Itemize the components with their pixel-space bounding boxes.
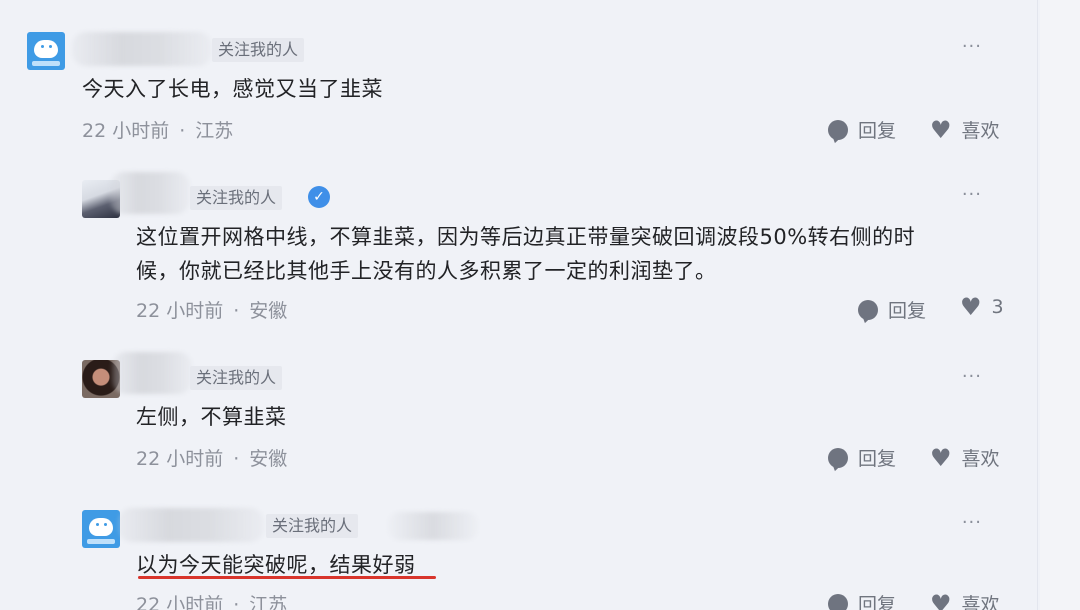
blurred-extra <box>388 512 478 540</box>
meta-separator: · <box>179 120 186 142</box>
meta-separator: · <box>233 594 240 610</box>
reply-label: 回复 <box>858 448 897 470</box>
follow-tag: 关注我的人 <box>190 366 283 390</box>
avatar-label-strip <box>32 61 60 66</box>
avatar-label-strip <box>87 539 115 544</box>
comment-meta: 22 小时前 · 江苏 <box>82 116 233 143</box>
reply-label: 回复 <box>858 120 897 142</box>
like-button[interactable]: ♥ 喜欢 <box>930 116 1000 143</box>
like-label: 喜欢 <box>961 448 1000 470</box>
like-label: 喜欢 <box>961 594 1000 610</box>
avatar[interactable] <box>27 32 65 70</box>
reply-button[interactable]: 回复 <box>858 296 926 323</box>
avatar-face-icon <box>34 40 58 58</box>
reply-label: 回复 <box>858 594 897 610</box>
comment-time: 22 小时前 <box>136 448 224 470</box>
avatar-eye-icon <box>49 45 52 48</box>
reply-icon <box>828 447 848 468</box>
reply-label: 回复 <box>888 300 927 322</box>
comment-text: 左侧，不算韭菜 <box>136 405 287 429</box>
comment-meta: 22 小时前 · 安徽 <box>136 444 287 471</box>
comment-time: 22 小时前 <box>82 120 170 142</box>
avatar[interactable] <box>82 510 120 548</box>
reply-icon <box>828 119 848 140</box>
comment-time: 22 小时前 <box>136 300 224 322</box>
highlight-underline <box>138 576 436 579</box>
meta-separator: · <box>233 300 240 322</box>
like-label: 喜欢 <box>961 120 1000 142</box>
more-icon[interactable]: ··· <box>962 512 982 533</box>
avatar-eye-icon <box>41 45 44 48</box>
heart-icon: ♥ <box>960 293 982 321</box>
comment-location: 江苏 <box>195 120 234 142</box>
comment-location: 安徽 <box>249 448 288 470</box>
more-icon[interactable]: ··· <box>962 184 982 205</box>
content-border <box>1037 0 1038 610</box>
reply-button[interactable]: 回复 <box>828 590 896 610</box>
avatar-eye-icon <box>96 523 99 526</box>
like-button[interactable]: ♥ 喜欢 <box>930 590 1000 610</box>
meta-separator: · <box>233 448 240 470</box>
heart-icon: ♥ <box>930 589 952 610</box>
heart-icon: ♥ <box>930 443 952 472</box>
reply-button[interactable]: 回复 <box>828 444 896 471</box>
comment-meta: 22 小时前 · 江苏 <box>136 590 287 610</box>
comment-time: 22 小时前 <box>136 594 224 610</box>
like-button[interactable]: ♥ 3 <box>960 293 1004 321</box>
follow-tag: 关注我的人 <box>190 186 283 210</box>
username-blurred[interactable] <box>118 508 264 542</box>
username-blurred[interactable] <box>72 32 212 66</box>
follow-tag: 关注我的人 <box>212 38 305 62</box>
reply-icon <box>828 593 848 610</box>
follow-tag: 关注我的人 <box>266 514 359 538</box>
like-count: 3 <box>991 296 1004 318</box>
avatar-eye-icon <box>104 523 107 526</box>
avatar-face-icon <box>89 518 113 536</box>
username-blurred[interactable] <box>110 172 190 214</box>
more-icon[interactable]: ··· <box>962 366 982 387</box>
comment-page: 关注我的人 ··· 今天入了长电，感觉又当了韭菜 22 小时前 · 江苏 回复 ♥ … <box>0 0 1080 610</box>
reply-button[interactable]: 回复 <box>828 116 896 143</box>
heart-icon: ♥ <box>930 115 952 144</box>
reply-icon <box>858 299 878 320</box>
scrollbar[interactable] <box>1040 0 1080 610</box>
comment-location: 江苏 <box>249 594 288 610</box>
verified-icon: ✓ <box>308 186 330 208</box>
comment-text: 今天入了长电，感觉又当了韭菜 <box>82 77 383 101</box>
comment-meta: 22 小时前 · 安徽 <box>136 296 287 323</box>
comment-text-line-1: 这位置开网格中线，不算韭菜，因为等后边真正带量突破回调波段50%转右侧的时 <box>136 225 916 249</box>
more-icon[interactable]: ··· <box>962 36 982 57</box>
like-button[interactable]: ♥ 喜欢 <box>930 444 1000 471</box>
comment-location: 安徽 <box>249 300 288 322</box>
username-blurred[interactable] <box>112 352 192 394</box>
comment-text-line-2: 候，你就已经比其他手上没有的人多积累了一定的利润垫了。 <box>136 259 717 283</box>
